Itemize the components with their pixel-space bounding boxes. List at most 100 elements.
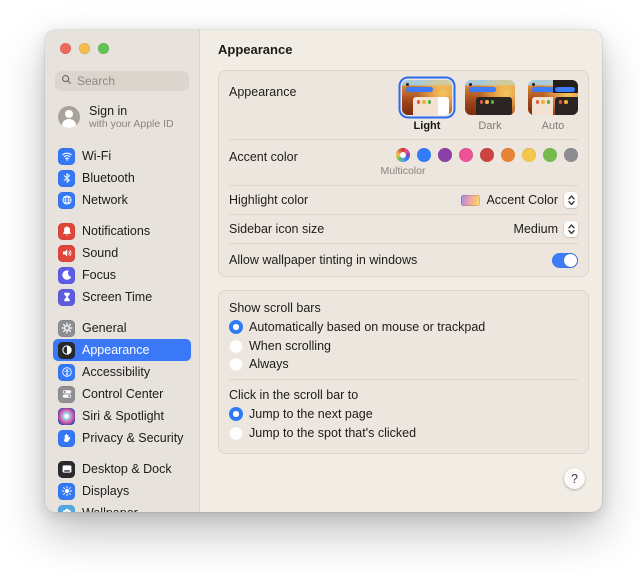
radio-show-scroll-bars-automatically-based-on-mouse-or-trackpad[interactable]: Automatically based on mouse or trackpad	[229, 320, 578, 334]
sidebar-item-siri-spotlight[interactable]: Siri & Spotlight	[53, 405, 191, 427]
appearance-mode-label: Appearance	[229, 85, 297, 99]
sidebar-item-accessibility[interactable]: Accessibility	[53, 361, 191, 383]
sidebar-item-sound[interactable]: Sound	[53, 242, 191, 264]
flower-icon	[58, 504, 75, 512]
sidebar-item-screen-time[interactable]: Screen Time	[53, 286, 191, 308]
radio-show-scroll-bars-always[interactable]: Always	[229, 357, 578, 371]
appearance-option-label: Auto	[541, 120, 565, 132]
sidebar-item-label: Accessibility	[82, 365, 151, 380]
sidebar-nav: Wi-Fi Bluetooth Network Notifications Sound F…	[53, 145, 191, 512]
toggles-icon	[58, 385, 75, 403]
sign-in-subtitle: with your Apple ID	[89, 118, 174, 131]
sidebar-item-label: Screen Time	[82, 290, 153, 305]
sidebar-item-label: Notifications	[82, 224, 151, 239]
sidebar-item-privacy-security[interactable]: Privacy & Security	[53, 427, 191, 449]
siri-icon	[58, 407, 75, 425]
accent-dot-pink[interactable]	[459, 148, 473, 162]
highlight-color-value: Accent Color	[486, 193, 558, 207]
wifi-icon	[58, 147, 75, 165]
speaker-icon	[58, 244, 75, 262]
divider	[229, 379, 578, 380]
minimize-button[interactable]	[79, 43, 90, 54]
sidebar-item-label: Control Center	[82, 387, 164, 402]
moon-icon	[58, 266, 75, 284]
sidebar-item-label: Appearance	[82, 343, 150, 358]
sidebar-item-label: Privacy & Security	[82, 431, 184, 446]
sidebar-item-wallpaper[interactable]: Wallpaper	[53, 502, 191, 512]
dock-icon	[58, 460, 75, 478]
radio-button	[229, 407, 243, 421]
search-input[interactable]: Search	[55, 71, 189, 91]
sidebar-icon-size-select[interactable]: Medium	[514, 221, 578, 237]
radio-click-scroll-bar-jump-to-the-next-page[interactable]: Jump to the next page	[229, 407, 578, 421]
search-icon	[61, 74, 72, 88]
stepper-icon	[564, 221, 578, 237]
accent-dot-green[interactable]	[543, 148, 557, 162]
highlight-color-select[interactable]: Accent Color	[461, 192, 578, 208]
sidebar-item-appearance[interactable]: Appearance	[53, 339, 191, 362]
accent-color-row: Accent color Multicolor	[229, 140, 578, 186]
appearance-option-light[interactable]: Light	[402, 80, 452, 132]
accent-dot-graphite[interactable]	[564, 148, 578, 162]
sidebar-item-displays[interactable]: Displays	[53, 480, 191, 502]
sidebar-item-bluetooth[interactable]: Bluetooth	[53, 167, 191, 189]
highlight-color-label: Highlight color	[229, 193, 309, 207]
sidebar-item-desktop-dock[interactable]: Desktop & Dock	[53, 458, 191, 480]
sidebar-item-notifications[interactable]: Notifications	[53, 220, 191, 242]
wallpaper-tinting-toggle[interactable]	[552, 252, 578, 268]
sidebar-item-control-center[interactable]: Control Center	[53, 383, 191, 405]
sidebar-item-label: Sound	[82, 246, 119, 261]
scroll-settings-card: Show scroll bars Automatically based on …	[218, 290, 589, 454]
close-button[interactable]	[60, 43, 71, 54]
hand-icon	[58, 429, 75, 447]
accent-dot-yellow[interactable]	[522, 148, 536, 162]
accent-color-label: Accent color	[229, 150, 298, 164]
accent-color-dots	[396, 148, 578, 162]
radio-click-scroll-bar-jump-to-the-spot-that-s-clicked[interactable]: Jump to the spot that's clicked	[229, 425, 578, 440]
accent-dot-blue[interactable]	[417, 148, 431, 162]
sun-icon	[58, 482, 75, 500]
sidebar-item-label: Displays	[82, 484, 130, 499]
appearance-mode-options: Light Dark Auto	[402, 80, 578, 132]
radio-button	[229, 425, 243, 440]
help-button[interactable]: ?	[564, 468, 585, 489]
accent-dot-multicolor[interactable]	[396, 148, 410, 162]
avatar-icon	[58, 106, 80, 129]
sidebar: Search Sign in with your Apple ID Wi-Fi B…	[45, 30, 200, 512]
gear-icon	[58, 319, 75, 337]
radio-button	[229, 338, 243, 353]
accent-dot-purple[interactable]	[438, 148, 452, 162]
accessibility-icon	[58, 363, 75, 381]
sidebar-item-network[interactable]: Network	[53, 189, 191, 211]
stepper-icon	[564, 192, 578, 208]
sidebar-item-label: Network	[82, 193, 128, 208]
appearance-thumbnail-light	[402, 80, 452, 115]
sidebar-icon-size-row: Sidebar icon size Medium	[229, 215, 578, 244]
accent-dot-orange[interactable]	[501, 148, 515, 162]
appearance-option-label: Dark	[478, 120, 502, 132]
hourglass-icon	[58, 288, 75, 306]
appearance-option-dark[interactable]: Dark	[465, 80, 515, 132]
bell-icon	[58, 222, 75, 240]
highlight-color-swatch	[461, 194, 481, 206]
appearance-option-auto[interactable]: Auto	[528, 80, 578, 132]
system-settings-window: Search Sign in with your Apple ID Wi-Fi B…	[45, 30, 602, 512]
sidebar-item-general[interactable]: General	[53, 317, 191, 339]
radio-button	[229, 357, 243, 371]
appearance-settings-card: Appearance Light Dark Auto Accent color Mu…	[218, 70, 589, 277]
maximize-button[interactable]	[98, 43, 109, 54]
sidebar-item-wi-fi[interactable]: Wi-Fi	[53, 145, 191, 167]
contrast-icon	[58, 341, 75, 359]
sidebar-item-focus[interactable]: Focus	[53, 264, 191, 286]
page-title: Appearance	[218, 42, 293, 57]
window-controls	[53, 30, 191, 54]
accent-dot-red[interactable]	[480, 148, 494, 162]
appearance-option-label: Light	[413, 120, 441, 132]
search-placeholder: Search	[77, 74, 116, 88]
appearance-thumbnail-auto	[528, 80, 578, 115]
appearance-thumbnail-dark	[465, 80, 515, 115]
sign-in-item[interactable]: Sign in with your Apple ID	[58, 104, 191, 130]
sidebar-item-label: Wallpaper	[82, 506, 138, 512]
radio-show-scroll-bars-when-scrolling[interactable]: When scrolling	[229, 338, 578, 353]
radio-button	[229, 320, 243, 334]
